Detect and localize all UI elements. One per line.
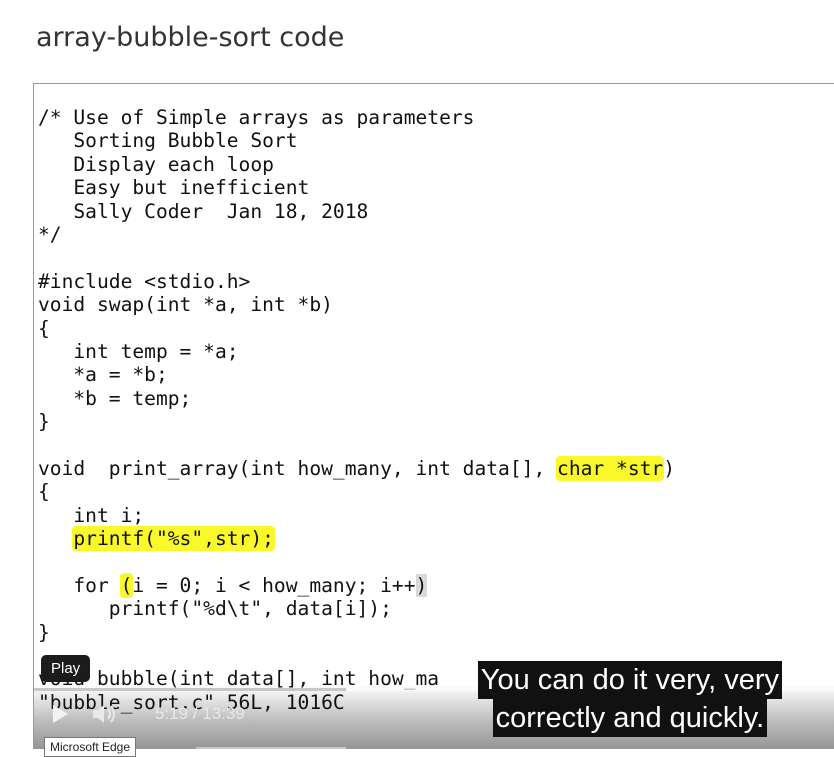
caption: You can do it very, very correctly and q… (477, 661, 782, 737)
code-segment: Easy but inefficient (38, 176, 310, 200)
code-segment: Sorting Bubble Sort (38, 129, 298, 153)
code-segment: Sally Coder Jan 18, 2018 (38, 199, 369, 223)
duration: 13:39 (202, 704, 245, 723)
code-line: Sally Coder Jan 18, 2018 (38, 200, 675, 223)
play-button[interactable] (46, 700, 74, 728)
code-segment: printf("%d\t", data[i]); (38, 597, 392, 621)
code-segment: for (38, 573, 121, 597)
time-display: 5:19 / 13:39 (155, 704, 245, 724)
volume-icon (93, 705, 115, 723)
code-cursor: ) (415, 573, 428, 597)
code-frame: /* Use of Simple arrays as parameters So… (38, 106, 675, 714)
code-line: printf("%d\t", data[i]); (38, 597, 675, 620)
video-player[interactable]: /* Use of Simple arrays as parameters So… (33, 83, 834, 749)
code-line: *b = temp; (38, 387, 675, 410)
caption-line-2: correctly and quickly. (492, 699, 768, 737)
code-line: *a = *b; (38, 363, 675, 386)
code-line: void swap(int *a, int *b) (38, 293, 675, 316)
taskbar-tooltip: Microsoft Edge (44, 737, 137, 757)
time-separator: / (192, 704, 198, 723)
play-icon (53, 705, 68, 723)
code-segment: void swap(int *a, int *b) (38, 293, 333, 317)
volume-button[interactable] (90, 701, 120, 727)
caption-line-1: You can do it very, very (477, 661, 782, 699)
code-segment: { (38, 480, 50, 504)
code-highlight: char *str (557, 456, 664, 480)
code-segment: int i; (38, 503, 145, 527)
code-segment: #include <stdio.h> (38, 269, 251, 293)
code-highlight: printf("%s",str); (73, 527, 274, 551)
code-segment: } (38, 410, 50, 434)
code-line: Easy but inefficient (38, 176, 675, 199)
code-segment: void print_array(int how_many, int data[… (38, 456, 558, 480)
code-line: } (38, 621, 675, 644)
code-line: Sorting Bubble Sort (38, 129, 675, 152)
code-line: */ (38, 223, 675, 246)
code-segment: int temp = *a; (38, 339, 239, 363)
code-segment: *b = temp; (38, 386, 192, 410)
code-line: for (i = 0; i < how_many; i++) (38, 573, 675, 597)
code-segment: { (38, 316, 50, 340)
code-line: void print_array(int how_many, int data[… (38, 456, 676, 480)
code-line: printf("%s",str); (38, 527, 675, 551)
code-highlight: ( (120, 573, 133, 597)
code-segment: Display each loop (38, 152, 274, 176)
code-segment: */ (38, 222, 62, 246)
code-segment: /* Use of Simple arrays as parameters (38, 106, 475, 129)
current-time: 5:19 (155, 704, 189, 723)
code-line: } (38, 410, 675, 433)
code-line: #include <stdio.h> (38, 270, 675, 293)
code-line: int i; (38, 504, 675, 527)
code-segment: ) (663, 456, 676, 480)
page-title: array-bubble-sort code (36, 22, 345, 53)
code-line: Display each loop (38, 153, 675, 176)
code-segment: i = 0; i < how_many; i++ (132, 573, 416, 597)
code-segment: *a = *b; (38, 363, 168, 387)
code-line: int temp = *a; (38, 340, 675, 363)
code-segment: } (38, 620, 50, 644)
code-line: { (38, 317, 675, 340)
play-tooltip: Play (41, 655, 91, 682)
code-line: { (38, 480, 675, 503)
progress-played (34, 688, 346, 691)
code-line: /* Use of Simple arrays as parameters (38, 106, 675, 129)
